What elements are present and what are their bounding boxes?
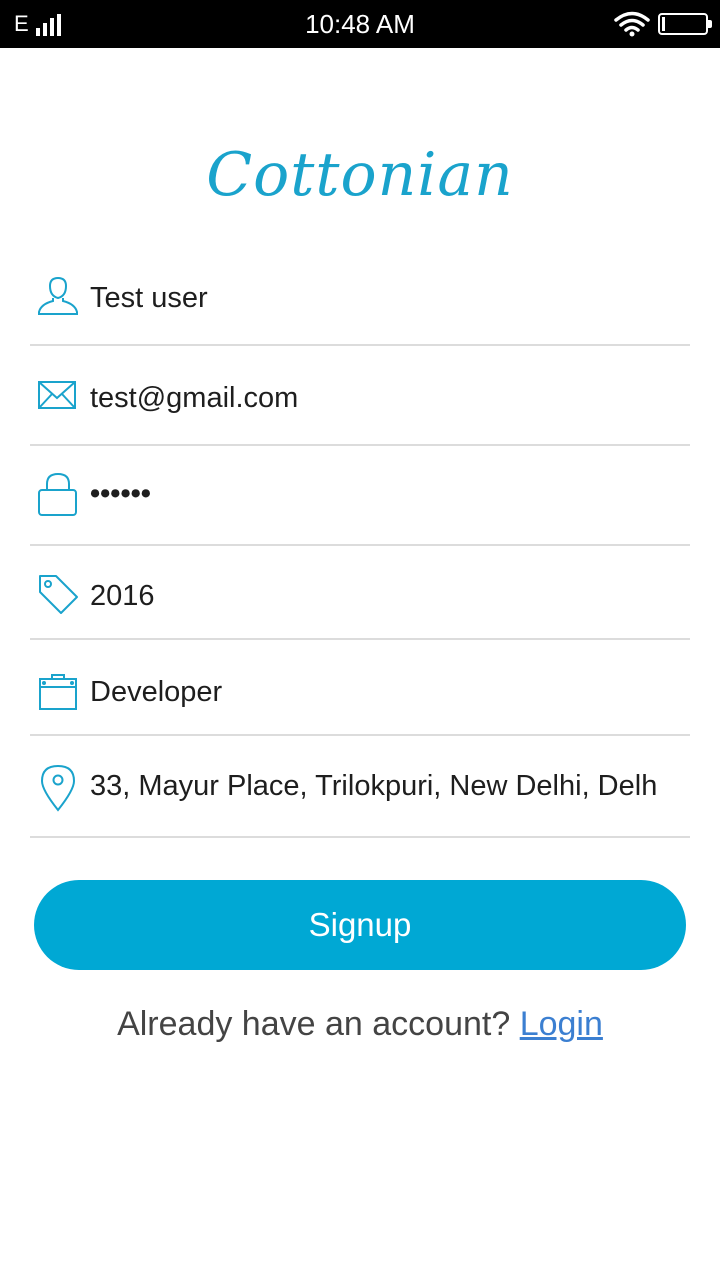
address-value: 33, Mayur Place, Trilokpuri, New Delhi, … — [90, 770, 658, 802]
password-field[interactable]: •••••• — [30, 446, 690, 546]
battery-icon — [658, 13, 712, 35]
signup-button[interactable]: Signup — [34, 880, 686, 970]
lock-icon — [36, 472, 80, 516]
app-logo: Cottonian — [206, 140, 514, 210]
profession-field[interactable]: Developer — [30, 640, 690, 736]
status-bar: E 10:48 AM — [0, 0, 720, 48]
year-field[interactable]: 2016 — [30, 546, 690, 640]
wifi-icon — [614, 11, 650, 37]
password-value: •••••• — [90, 478, 151, 510]
envelope-icon — [36, 374, 80, 418]
email-value: test@gmail.com — [90, 382, 299, 414]
login-link[interactable]: Login — [520, 1005, 603, 1043]
email-field[interactable]: test@gmail.com — [30, 346, 690, 446]
address-field[interactable]: 33, Mayur Place, Trilokpuri, New Delhi, … — [30, 736, 690, 838]
name-field[interactable]: Test user — [30, 270, 690, 346]
location-pin-icon — [36, 764, 80, 812]
already-have-account-text: Already have an account? — [117, 1005, 511, 1043]
year-value: 2016 — [90, 580, 155, 612]
user-icon — [36, 274, 80, 318]
profession-value: Developer — [90, 676, 223, 708]
name-value: Test user — [90, 282, 208, 314]
briefcase-icon — [36, 670, 80, 714]
clock: 10:48 AM — [305, 9, 415, 39]
tag-icon — [36, 572, 80, 616]
login-prompt: Already have an account? Login — [0, 1002, 720, 1046]
